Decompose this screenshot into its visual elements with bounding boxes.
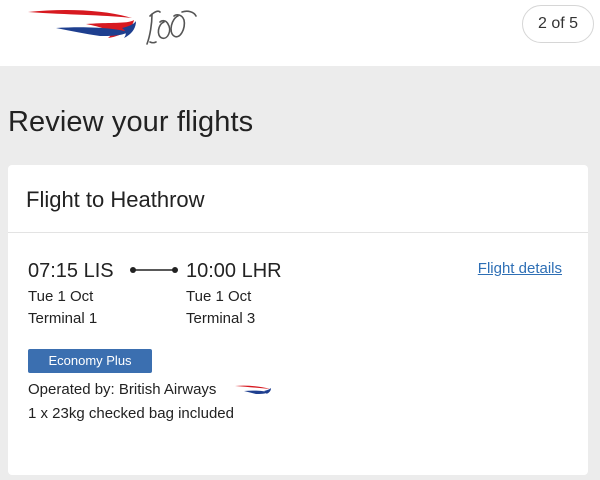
ba-100-logo-icon[interactable]: [26, 6, 206, 48]
flight-details-link[interactable]: Flight details: [478, 260, 562, 277]
arrival-terminal: Terminal 3: [186, 310, 256, 327]
page-title: Review your flights: [8, 106, 254, 138]
flight-card-header: Flight to Heathrow: [8, 165, 588, 233]
arrival-time: 10:00 LHR: [186, 260, 282, 282]
departure-terminal: Terminal 1: [28, 310, 98, 327]
ba-speedmarque-icon: [235, 385, 271, 394]
operated-by-text: Operated by: British Airways: [28, 381, 217, 398]
arrival-date: Tue 1 Oct: [186, 288, 252, 305]
step-indicator: 2 of 5: [522, 5, 594, 43]
flight-card-title: Flight to Heathrow: [26, 187, 205, 212]
flight-card: Flight to Heathrow 07:15 LIS 10:00 LHR T…: [8, 165, 588, 475]
route-line-icon: [130, 267, 178, 273]
departure-time: 07:15 LIS: [28, 260, 114, 282]
departure-date: Tue 1 Oct: [28, 288, 94, 305]
top-bar: 2 of 5: [0, 0, 600, 66]
baggage-allowance: 1 x 23kg checked bag included: [28, 405, 234, 422]
cabin-class-badge: Economy Plus: [28, 349, 152, 373]
